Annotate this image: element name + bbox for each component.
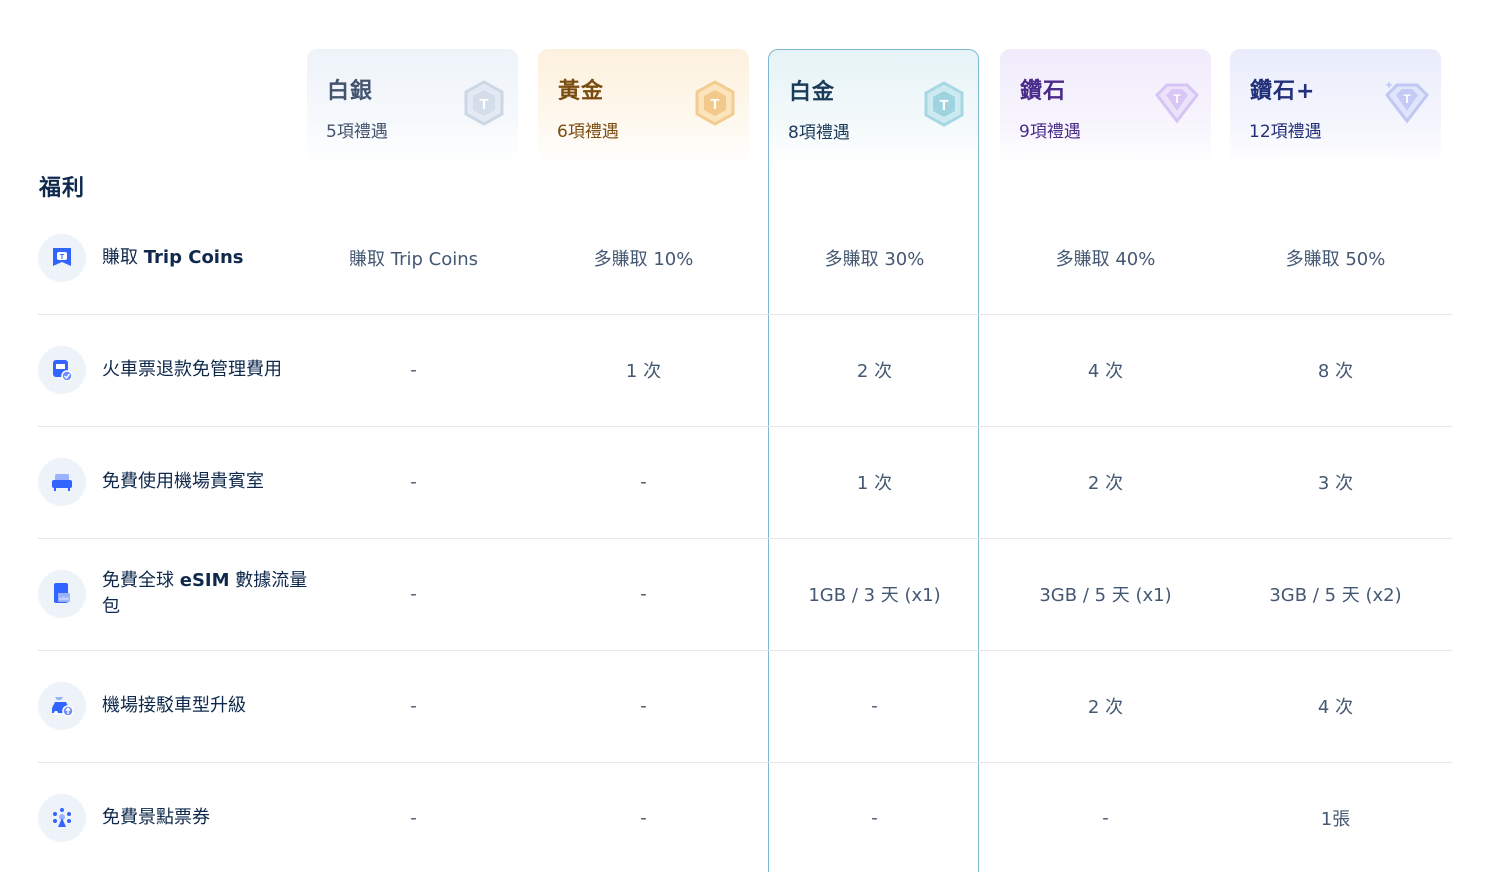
benefit-row-trip-coins: T 賺取 Trip Coins 賺取 Trip Coins 多賺取 10% 多賺… bbox=[38, 202, 1452, 314]
tier-benefit-count: 6項禮遇 bbox=[557, 122, 619, 142]
cell-diamond-plus: 多賺取 50% bbox=[1285, 249, 1386, 270]
tier-benefit-count: 8項禮遇 bbox=[788, 123, 850, 143]
svg-text:T: T bbox=[710, 96, 719, 113]
tier-card-gold[interactable]: 黃金 6項禮遇 T bbox=[538, 49, 749, 167]
diamond-badge-icon: T bbox=[1155, 83, 1199, 124]
svg-text:T: T bbox=[479, 96, 488, 113]
benefit-label: 免費使用機場貴賓室 bbox=[102, 471, 264, 492]
tier-benefit-count: 9項禮遇 bbox=[1019, 122, 1081, 142]
benefit-label: 免費景點票券 bbox=[102, 807, 210, 828]
cell-gold: 1 次 bbox=[625, 361, 662, 382]
benefit-row-esim: eSIM 免費全球 eSIM 數據流量包 - - 1GB / 3 天 (x1) … bbox=[38, 538, 1452, 650]
cell-platinum: - bbox=[871, 807, 878, 829]
cell-diamond-plus: 3GB / 5 天 (x2) bbox=[1269, 585, 1402, 606]
cell-diamond: 3GB / 5 天 (x1) bbox=[1039, 585, 1172, 606]
cell-platinum: 多賺取 30% bbox=[824, 249, 925, 270]
esim-card-icon: eSIM bbox=[38, 570, 86, 618]
tier-card-platinum[interactable]: 白金 8項禮遇 T bbox=[768, 49, 979, 167]
membership-benefits-page: 白銀 5項禮遇 T 黃金 6項禮遇 T 白金 8項禮遇 T 鑽石 9項禮遇 T … bbox=[0, 0, 1500, 872]
cell-silver: - bbox=[410, 695, 417, 717]
tier-benefit-count: 12項禮遇 bbox=[1249, 122, 1322, 142]
gold-badge-icon: T bbox=[695, 80, 735, 126]
svg-text:T: T bbox=[939, 97, 948, 114]
cell-gold: - bbox=[640, 695, 647, 717]
cell-diamond: 2 次 bbox=[1087, 473, 1124, 494]
tier-card-diamond-plus[interactable]: 鑽石+ 12項禮遇 T bbox=[1230, 49, 1441, 167]
benefit-label: 賺取 Trip Coins bbox=[102, 247, 244, 268]
platinum-badge-icon: T bbox=[924, 81, 964, 127]
svg-text:eSIM: eSIM bbox=[59, 596, 68, 601]
cell-platinum: 1 次 bbox=[856, 473, 893, 494]
cell-platinum: 1GB / 3 天 (x1) bbox=[808, 585, 941, 606]
benefit-label: 火車票退款免管理費用 bbox=[102, 359, 282, 380]
cell-silver: - bbox=[410, 807, 417, 829]
cell-platinum: 2 次 bbox=[856, 361, 893, 382]
tier-card-diamond[interactable]: 鑽石 9項禮遇 T bbox=[1000, 49, 1211, 167]
tier-benefit-count: 5項禮遇 bbox=[326, 122, 388, 142]
tier-name: 黃金 bbox=[558, 79, 605, 104]
benefit-row-attraction-ticket: 免費景點票券 - - - - 1張 bbox=[38, 762, 1452, 872]
tier-name: 白銀 bbox=[327, 79, 374, 104]
cell-diamond-plus: 4 次 bbox=[1317, 697, 1354, 718]
cell-diamond-plus: 3 次 bbox=[1317, 473, 1354, 494]
section-title: 福利 bbox=[39, 176, 86, 201]
cell-diamond: 2 次 bbox=[1087, 697, 1124, 718]
cell-diamond: 4 次 bbox=[1087, 361, 1124, 382]
cell-silver: 賺取 Trip Coins bbox=[349, 249, 478, 270]
benefit-row-car-upgrade: 機場接駁車型升級 - - - 2 次 4 次 bbox=[38, 650, 1452, 762]
lounge-sofa-icon bbox=[38, 458, 86, 506]
trip-coin-icon: T bbox=[38, 234, 86, 282]
cell-gold: - bbox=[640, 583, 647, 605]
benefit-row-airport-lounge: 免費使用機場貴賓室 - - 1 次 2 次 3 次 bbox=[38, 426, 1452, 538]
tier-name: 白金 bbox=[789, 80, 836, 105]
cell-gold: 多賺取 10% bbox=[593, 249, 694, 270]
cell-silver: - bbox=[410, 471, 417, 493]
svg-text:T: T bbox=[1403, 92, 1411, 106]
cell-diamond: - bbox=[1102, 807, 1109, 829]
cell-gold: - bbox=[640, 807, 647, 829]
benefit-label: 機場接駁車型升級 bbox=[102, 695, 246, 716]
cell-silver: - bbox=[410, 359, 417, 381]
diamond-plus-badge-icon: T bbox=[1385, 81, 1429, 124]
attraction-ticket-icon bbox=[38, 794, 86, 842]
benefit-row-train-refund: 火車票退款免管理費用 - 1 次 2 次 4 次 8 次 bbox=[38, 314, 1452, 426]
cell-gold: - bbox=[640, 471, 647, 493]
cell-platinum: - bbox=[871, 695, 878, 717]
svg-text:T: T bbox=[60, 254, 65, 261]
benefit-label: 免費全球 eSIM 數據流量包 bbox=[102, 570, 308, 617]
tier-name: 鑽石+ bbox=[1250, 79, 1316, 104]
tier-card-silver[interactable]: 白銀 5項禮遇 T bbox=[307, 49, 518, 167]
silver-badge-icon: T bbox=[464, 80, 504, 126]
cell-diamond: 多賺取 40% bbox=[1055, 249, 1156, 270]
car-upgrade-icon bbox=[38, 682, 86, 730]
cell-diamond-plus: 1張 bbox=[1320, 809, 1351, 830]
tier-name: 鑽石 bbox=[1020, 79, 1067, 104]
cell-silver: - bbox=[410, 583, 417, 605]
svg-text:T: T bbox=[1173, 92, 1181, 106]
train-ticket-icon bbox=[38, 346, 86, 394]
cell-diamond-plus: 8 次 bbox=[1317, 361, 1354, 382]
